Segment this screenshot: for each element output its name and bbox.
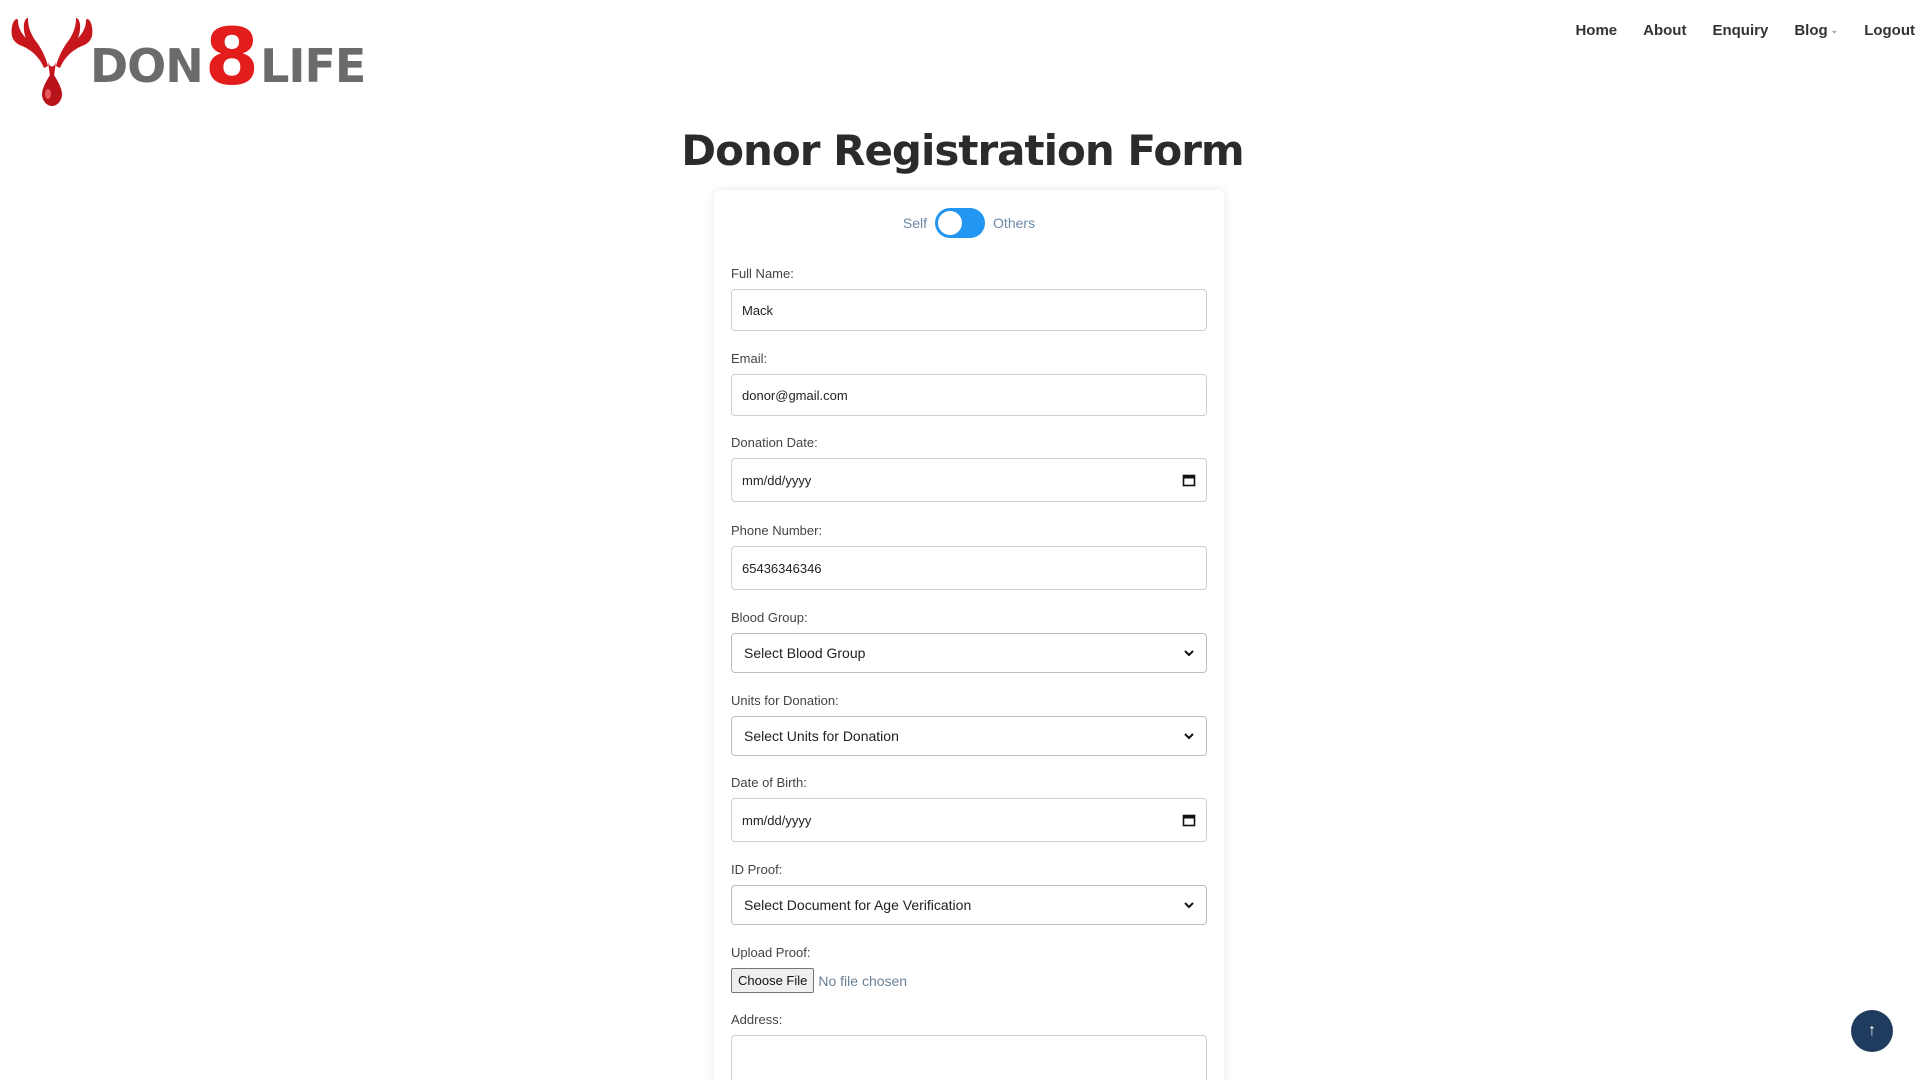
email-group: Email: donor@gmail.com [731, 351, 1207, 416]
nav-home[interactable]: Home [1575, 22, 1617, 39]
donor-type-switch[interactable] [935, 208, 986, 238]
email-label: Email: [731, 351, 768, 366]
address-label: Address: [731, 1012, 783, 1027]
chevron-down-icon: ⌄ [1830, 25, 1839, 35]
email-value: donor@gmail.com [742, 387, 848, 403]
file-input: Choose File No file chosen [731, 968, 1207, 993]
id-proof-select[interactable]: Select Document for Age Verification [731, 885, 1207, 925]
scroll-to-top-button[interactable]: ↑ [1851, 1010, 1893, 1052]
units-select[interactable]: Select Units for Donation [731, 716, 1207, 756]
arrow-up-icon: ↑ [1868, 1022, 1876, 1039]
blood-group-label: Blood Group: [731, 610, 808, 625]
blood-group-group: Blood Group: Select Blood Group [731, 610, 1207, 673]
units-selected: Select Units for Donation [744, 728, 899, 744]
address-textarea[interactable] [731, 1035, 1207, 1080]
logo-text-eight: 8 [204, 12, 259, 103]
choose-file-button[interactable]: Choose File [731, 968, 815, 993]
nav-blog[interactable]: Blog ⌄ [1794, 22, 1838, 39]
address-group: Address: [731, 1012, 1207, 1080]
nav-blog-label: Blog [1794, 22, 1828, 39]
donation-date-value: mm/dd/yyyy [742, 472, 812, 488]
calendar-icon[interactable] [1182, 473, 1196, 487]
main-nav: Home About Enquiry Blog ⌄ Logout [1575, 22, 1915, 39]
dob-label: Date of Birth: [731, 775, 807, 790]
phone-label: Phone Number: [731, 523, 823, 538]
nav-logout[interactable]: Logout [1864, 22, 1915, 39]
calendar-icon[interactable] [1182, 813, 1196, 827]
nav-enquiry[interactable]: Enquiry [1712, 22, 1768, 39]
dob-input[interactable]: mm/dd/yyyy [731, 798, 1207, 842]
registration-form-card: Self Others Full Name: Mack Email: donor… [714, 190, 1224, 1080]
units-label: Units for Donation: [731, 693, 839, 708]
units-group: Units for Donation: Select Units for Don… [731, 693, 1207, 756]
logo-text-life: LIFE [260, 39, 366, 94]
phone-value: 65436346346 [742, 560, 822, 576]
id-proof-label: ID Proof: [731, 862, 783, 877]
donor-type-toggle-row: Self Others [714, 208, 1224, 238]
chevron-down-icon [1184, 902, 1194, 909]
nav-about[interactable]: About [1643, 22, 1686, 39]
full-name-value: Mack [742, 302, 774, 318]
full-name-label: Full Name: [731, 266, 794, 281]
switch-knob [938, 211, 963, 235]
email-input[interactable]: donor@gmail.com [731, 374, 1207, 416]
chevron-down-icon [1184, 733, 1194, 740]
blood-group-select[interactable]: Select Blood Group [731, 633, 1207, 673]
full-name-input[interactable]: Mack [731, 289, 1207, 331]
logo-hands-drop-icon [11, 18, 93, 106]
upload-group: Upload Proof: Choose File No file chosen [731, 945, 1207, 993]
dob-value: mm/dd/yyyy [742, 812, 812, 828]
toggle-label-others: Others [993, 215, 1036, 231]
logo-wordmark: DON 8 LIFE [90, 12, 366, 103]
site-logo[interactable]: DON 8 LIFE [8, 6, 366, 110]
phone-input[interactable]: 65436346346 [731, 546, 1207, 590]
phone-group: Phone Number: 65436346346 [731, 523, 1207, 590]
donation-date-input[interactable]: mm/dd/yyyy [731, 458, 1207, 502]
donation-date-label: Donation Date: [731, 435, 818, 450]
donation-date-group: Donation Date: mm/dd/yyyy [731, 435, 1207, 502]
dob-group: Date of Birth: mm/dd/yyyy [731, 775, 1207, 842]
toggle-label-self: Self [902, 215, 928, 231]
blood-group-selected: Select Blood Group [744, 645, 866, 661]
full-name-group: Full Name: Mack [731, 266, 1207, 331]
id-proof-group: ID Proof: Select Document for Age Verifi… [731, 862, 1207, 925]
logo-text-don: DON [90, 39, 204, 94]
id-proof-selected: Select Document for Age Verification [744, 897, 972, 913]
upload-label: Upload Proof: [731, 945, 811, 960]
page: DON 8 LIFE Home About Enquiry Blog ⌄ Log… [0, 0, 1925, 1080]
page-title: Donor Registration Form [681, 126, 1244, 175]
file-status: No file chosen [818, 972, 908, 989]
chevron-down-icon [1184, 650, 1194, 657]
